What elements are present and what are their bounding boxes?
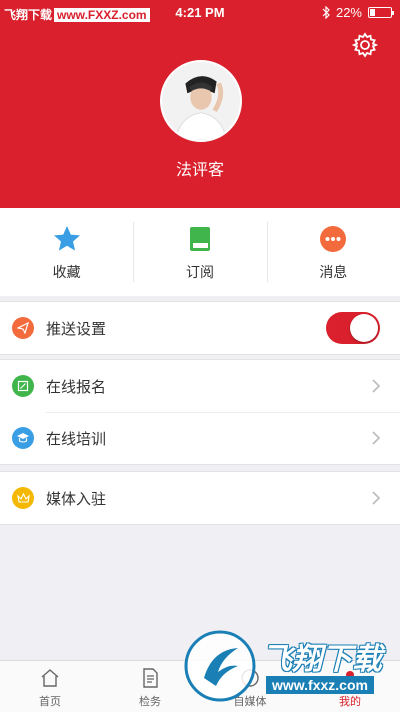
push-settings-row: 推送设置 [0,302,400,354]
quick-actions: 收藏 订阅 消息 [0,208,400,296]
tab-we-media[interactable]: 自媒体 [200,661,300,712]
battery-icon [368,7,394,18]
quick-subscriptions[interactable]: 订阅 [133,208,266,296]
message-icon [320,226,347,252]
status-bar: 飞翔下载 www.FXXZ.com 4:21 PM 22% [0,0,400,26]
push-settings-group: 推送设置 [0,301,400,355]
quick-favorites-label: 收藏 [52,265,81,281]
status-right: 22% [322,5,394,20]
media-join-label: 媒体入驻 [46,489,107,508]
battery-percent: 22% [335,5,362,20]
gear-icon[interactable] [352,32,378,58]
quick-favorites[interactable]: 收藏 [0,208,133,296]
star-icon [53,226,80,251]
push-toggle-knob [350,314,378,342]
home-icon [41,669,59,687]
online-registration-row[interactable]: 在线报名 [0,360,400,412]
quick-messages[interactable]: 消息 [266,208,400,296]
online-group: 在线报名 在线培训 [0,359,400,465]
paper-plane-icon [12,317,34,339]
chevron-right-icon [372,431,381,445]
edit-icon [12,375,34,397]
quick-subscriptions-label: 订阅 [185,265,214,281]
avatar[interactable] [160,60,242,142]
tab-mine[interactable]: 我的 [300,661,400,712]
crown-icon [12,487,34,509]
tab-we-media-label: 自媒体 [233,695,267,708]
tab-affairs-label: 检务 [139,695,161,708]
chevron-right-icon [372,491,381,505]
document-icon [143,668,158,688]
chevron-right-icon [372,379,381,393]
tab-home-label: 首页 [39,695,61,708]
media-group: 媒体入驻 [0,471,400,525]
push-toggle[interactable] [326,312,380,344]
tab-affairs[interactable]: 检务 [100,661,200,712]
media-join-row[interactable]: 媒体入驻 [0,472,400,524]
online-registration-label: 在线报名 [46,377,107,396]
bluetooth-icon [322,6,330,19]
tab-home[interactable]: 首页 [0,661,100,712]
online-training-row[interactable]: 在线培训 [0,412,400,464]
profile-icon [342,671,358,687]
graduation-cap-icon [12,427,34,449]
tab-mine-label: 我的 [339,695,361,708]
tab-bar: 首页 检务 自媒体 我的 [0,660,400,712]
online-training-label: 在线培训 [46,429,107,448]
battery-level [370,9,375,16]
media-icon [241,669,259,687]
book-icon [189,227,210,251]
quick-messages-label: 消息 [319,265,348,281]
profile-header: 飞翔下载 www.FXXZ.com 4:21 PM 22% 法评客 [0,0,400,208]
avatar-image [162,62,240,140]
username: 法评客 [175,160,224,179]
